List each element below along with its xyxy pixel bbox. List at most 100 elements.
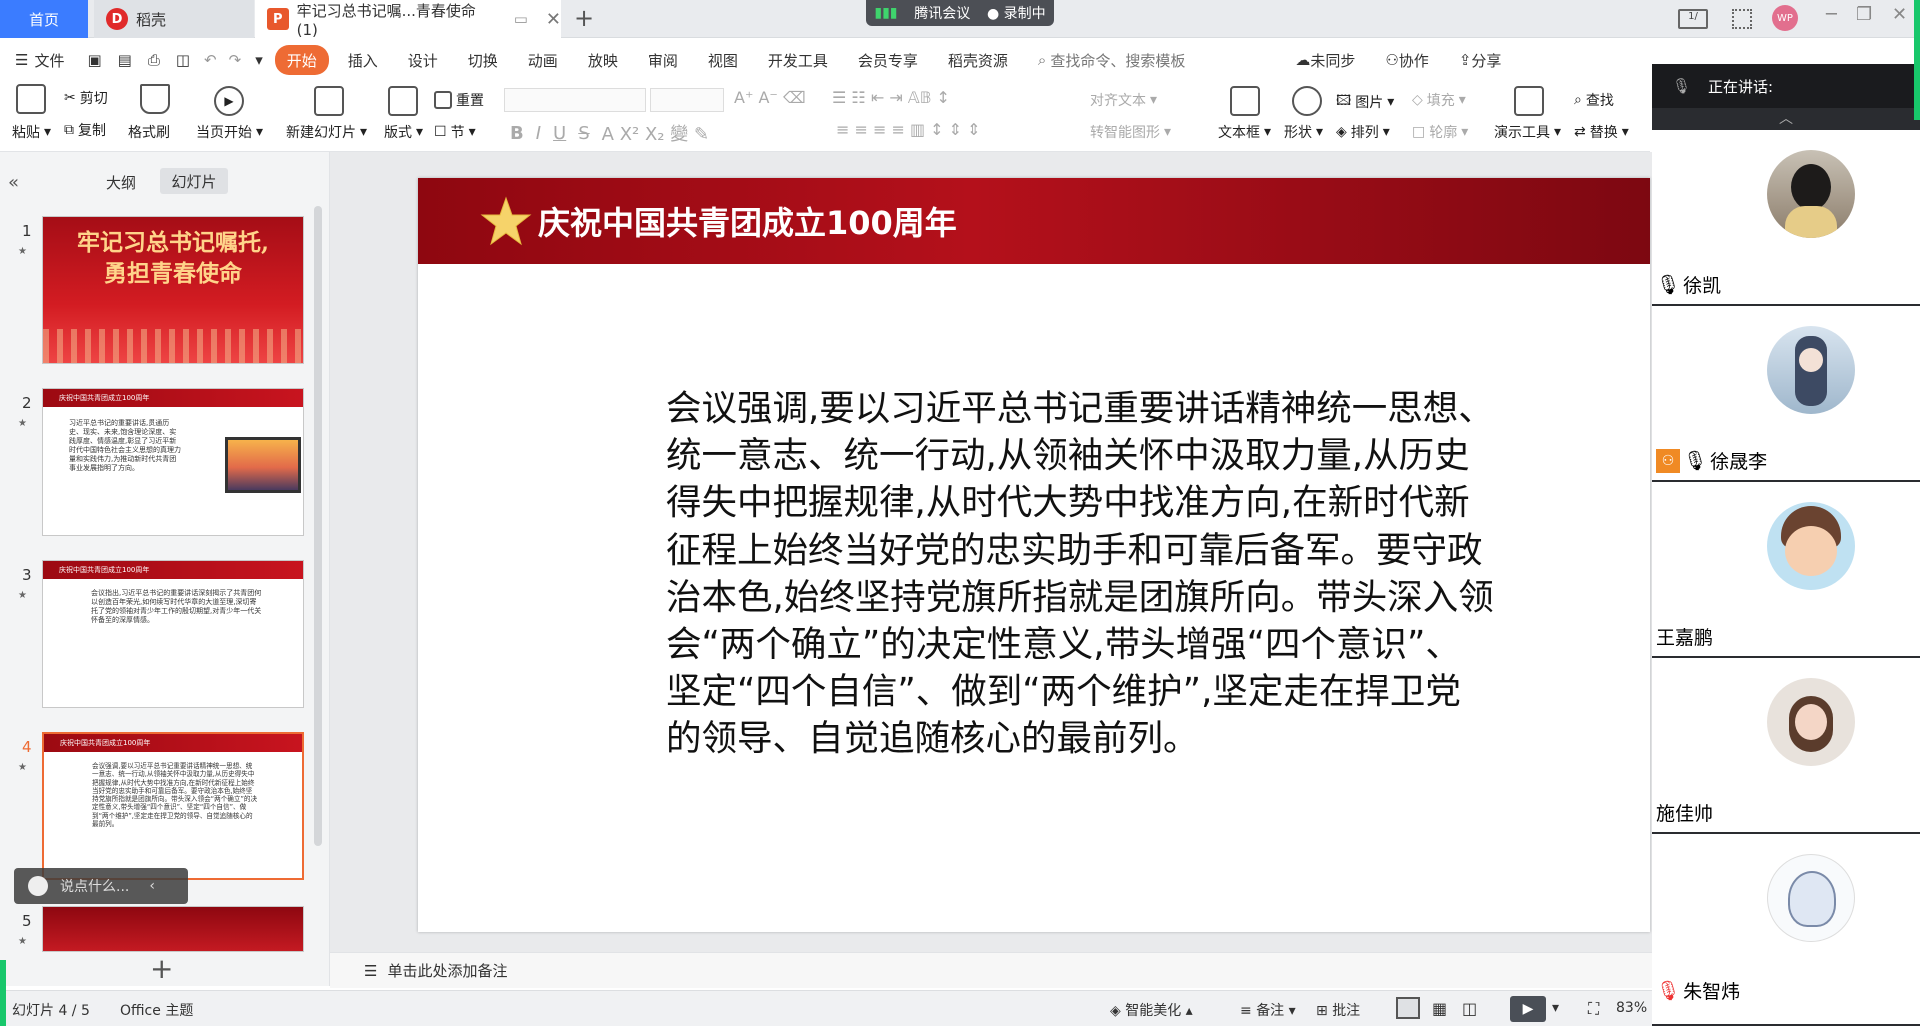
list-buttons[interactable]: ☰ ☷ ⇤ ⇥ 𝔸𝔹 ↕ <box>832 88 950 107</box>
tab-home[interactable]: 首页 <box>0 0 88 38</box>
section-button[interactable]: ☐ 节 ▾ <box>434 122 476 142</box>
align-text-button[interactable]: 对齐文本 ▾ <box>1090 90 1157 110</box>
notes-area[interactable]: ☰ 单击此处添加备注 <box>330 952 1652 988</box>
restore-icon[interactable]: ❐ <box>1856 4 1872 25</box>
slide-title[interactable]: 庆祝中国共青团成立100周年 <box>538 198 957 244</box>
print-icon[interactable]: ⎙ <box>148 51 160 69</box>
cut-button[interactable]: ✂ 剪切 <box>64 88 108 108</box>
play-slideshow-button[interactable]: ▶ <box>1510 996 1546 1022</box>
participant-tile[interactable]: 🎙 朱智炜 <box>1652 834 1920 1026</box>
font-family-select[interactable] <box>504 88 646 112</box>
find-button[interactable]: ⌕ 查找 <box>1574 90 1614 110</box>
participant-tile[interactable]: 施佳帅 <box>1652 658 1920 834</box>
layout-button[interactable]: 版式 ▾ <box>384 122 423 142</box>
present-tools-icon[interactable] <box>1514 86 1544 116</box>
redo-icon[interactable]: ↷ <box>229 51 242 69</box>
panel-scrollbar[interactable] <box>314 206 322 846</box>
copy-button[interactable]: ⧉ 复制 <box>64 120 106 140</box>
menu-view[interactable]: 视图 <box>693 45 753 75</box>
smart-beautify-button[interactable]: ◈ 智能美化 ▴ <box>1110 1000 1193 1020</box>
paste-icon[interactable] <box>16 84 46 114</box>
add-slide-button[interactable]: + <box>150 952 173 985</box>
participant-tile[interactable]: 王嘉鹏 <box>1652 482 1920 658</box>
slide-thumbnail-2[interactable]: 庆祝中国共青团成立100周年 习近平总书记的重要讲话,贯通历史、现实、未来,饱含… <box>42 388 304 536</box>
smart-shape-button[interactable]: 转智能图形 ▾ <box>1090 122 1171 142</box>
replace-button[interactable]: ⇄ 替换 ▾ <box>1574 122 1629 142</box>
new-tab-button[interactable]: + <box>574 4 594 32</box>
share-button[interactable]: ⇪ 分享 <box>1444 45 1517 75</box>
shape-icon[interactable] <box>1292 86 1322 116</box>
collaborate-button[interactable]: ⚇ 协作 <box>1370 45 1443 75</box>
menu-transition[interactable]: 切换 <box>453 45 513 75</box>
menu-slideshow[interactable]: 放映 <box>573 45 633 75</box>
play-from-current-button[interactable]: 当页开始 ▾ <box>196 122 263 142</box>
command-search[interactable]: ⌕ 查找命令、搜索模板 <box>1023 45 1200 75</box>
tab-outline[interactable]: 大纲 <box>106 172 136 193</box>
close-tab-icon[interactable]: ✕ <box>546 9 561 30</box>
arrange-button[interactable]: ◈ 排列 ▾ <box>1336 122 1390 142</box>
reading-mode-icon[interactable]: 1/ <box>1678 9 1708 29</box>
format-painter-button[interactable]: 格式刷 <box>128 122 170 142</box>
play-dropdown-icon[interactable]: ▾ <box>1552 1000 1559 1016</box>
menu-animation[interactable]: 动画 <box>513 45 573 75</box>
picture-button[interactable]: 🖾 图片 ▾ <box>1336 90 1394 114</box>
save-icon[interactable]: ▣ <box>87 51 101 69</box>
new-slide-icon[interactable] <box>314 86 344 116</box>
paragraph-align-buttons[interactable]: ≡ ≡ ≡ ≡ ▥ ↕ ⇕ ⇕ <box>836 120 981 139</box>
export-pdf-icon[interactable]: ▤ <box>118 51 132 69</box>
slide-thumbnail-1[interactable]: 牢记习总书记嘱托, 勇担青春使命 <box>42 216 304 364</box>
menu-developer[interactable]: 开发工具 <box>753 45 843 75</box>
font-style-buttons[interactable]: BIUSA X² X₂ 變 ✎ <box>510 120 709 146</box>
collapse-panel-icon[interactable]: « <box>8 172 19 193</box>
chevron-left-icon[interactable]: ‹ <box>149 878 155 894</box>
format-painter-icon[interactable] <box>140 84 170 114</box>
slide-thumbnail-3[interactable]: 庆祝中国共青团成立100周年 会议指出,习近平总书记的重要讲话深刻揭示了共青团何… <box>42 560 304 708</box>
comments-toggle[interactable]: ⊞ 批注 <box>1316 1000 1360 1020</box>
present-tools-button[interactable]: 演示工具 ▾ <box>1494 122 1561 142</box>
tab-slides[interactable]: 幻灯片 <box>160 168 228 194</box>
font-size-select[interactable] <box>650 88 724 112</box>
menu-insert[interactable]: 插入 <box>333 45 393 75</box>
zoom-level[interactable]: 83% <box>1616 1000 1647 1016</box>
close-window-icon[interactable]: ✕ <box>1892 4 1907 25</box>
minimize-icon[interactable]: ─ <box>1826 4 1837 25</box>
print-preview-icon[interactable]: ◫ <box>176 51 190 69</box>
font-size-controls[interactable]: A⁺ A⁻ ⌫ <box>734 88 806 107</box>
slide-thumbnail-4-selected[interactable]: 庆祝中国共青团成立100周年 会议强调,要以习近平总书记重要讲话精神统一思想、统… <box>42 732 304 880</box>
reading-view-icon[interactable]: ◫ <box>1462 999 1477 1018</box>
menu-design[interactable]: 设计 <box>393 45 453 75</box>
textbox-icon[interactable] <box>1230 86 1260 116</box>
undo-icon[interactable]: ↶ <box>204 51 217 69</box>
new-slide-button[interactable]: 新建幻灯片 ▾ <box>286 122 367 142</box>
shape-button[interactable]: 形状 ▾ <box>1284 122 1323 142</box>
paste-button[interactable]: 粘贴 ▾ <box>12 122 51 142</box>
meeting-chat-input[interactable]: 说点什么... ‹ <box>14 868 188 904</box>
textbox-button[interactable]: 文本框 ▾ <box>1218 122 1271 142</box>
scroll-up-icon[interactable]: ︿ <box>1652 108 1920 130</box>
slide-sorter-icon[interactable]: ▦ <box>1432 999 1447 1018</box>
layout-icon[interactable] <box>388 86 418 116</box>
user-avatar[interactable]: WP <box>1772 5 1798 31</box>
participant-tile[interactable]: ⚇ 🎙 徐晟李 <box>1652 306 1920 482</box>
theme-name[interactable]: Office 主题 <box>120 1000 193 1020</box>
sync-status[interactable]: ☁ 未同步 <box>1280 45 1370 75</box>
pin-icon[interactable]: ▭ <box>514 10 528 28</box>
normal-view-icon[interactable] <box>1396 997 1420 1019</box>
slide-thumbnail-5[interactable] <box>42 906 304 952</box>
reset-button[interactable]: 重置 <box>434 90 484 110</box>
play-icon[interactable]: ▶ <box>214 86 244 116</box>
customize-dropdown-icon[interactable]: ▾ <box>255 51 263 69</box>
file-menu[interactable]: ☰ 文件 <box>0 45 79 75</box>
outline-button[interactable]: □ 轮廓 ▾ <box>1412 122 1468 142</box>
tab-document[interactable]: P 牢记习总书记嘱...青春使命(1) ▭ ✕ <box>255 0 561 39</box>
menu-start[interactable]: 开始 <box>274 45 329 75</box>
fill-button[interactable]: ◇ 填充 ▾ <box>1412 90 1466 110</box>
fit-window-icon[interactable]: ⛶ <box>1588 999 1599 1019</box>
notes-toggle[interactable]: ≡ 备注 ▾ <box>1240 1000 1296 1020</box>
menu-member[interactable]: 会员专享 <box>843 45 933 75</box>
participant-tile[interactable]: 🎙 徐凯 <box>1652 130 1920 306</box>
menu-docer-resources[interactable]: 稻壳资源 <box>933 45 1023 75</box>
tab-docer[interactable]: D 稻壳 <box>94 0 254 38</box>
slide-editor[interactable]: 庆祝中国共青团成立100周年 会议强调,要以习近平总书记重要讲话精神统一思想、统… <box>418 178 1650 932</box>
meeting-status-pill[interactable]: ▮▮▮ 腾讯会议 ● 录制中 <box>866 0 1054 26</box>
